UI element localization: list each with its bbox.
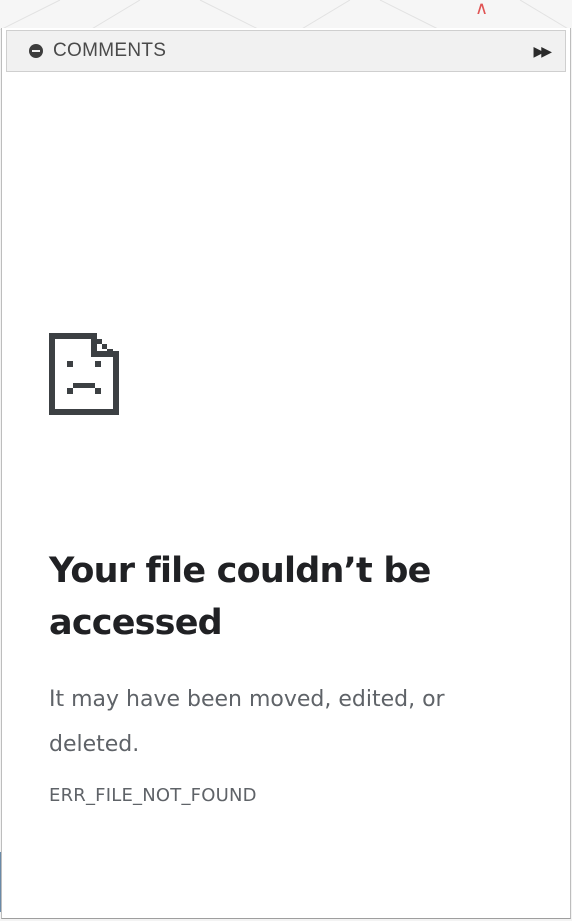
minus-circle-icon[interactable] (29, 44, 43, 58)
comments-panel: COMMENTS ▶▶ Your file couldn’t be access… (1, 28, 571, 919)
error-content: Your file couldn’t be accessed It may ha… (49, 333, 519, 806)
sad-file-icon (49, 333, 119, 415)
error-message: It may have been moved, edited, or delet… (49, 687, 445, 757)
error-code: ERR_FILE_NOT_FOUND (49, 785, 257, 806)
background-diagram-strip: ∧ (0, 0, 572, 30)
comments-title: COMMENTS (53, 40, 167, 61)
background-corner-mark: ∧ (475, 0, 489, 18)
error-title: Your file couldn’t be accessed (49, 551, 431, 643)
double-chevron-right-icon[interactable]: ▶▶ (533, 43, 555, 60)
comments-header-bar[interactable]: COMMENTS ▶▶ (6, 30, 566, 72)
